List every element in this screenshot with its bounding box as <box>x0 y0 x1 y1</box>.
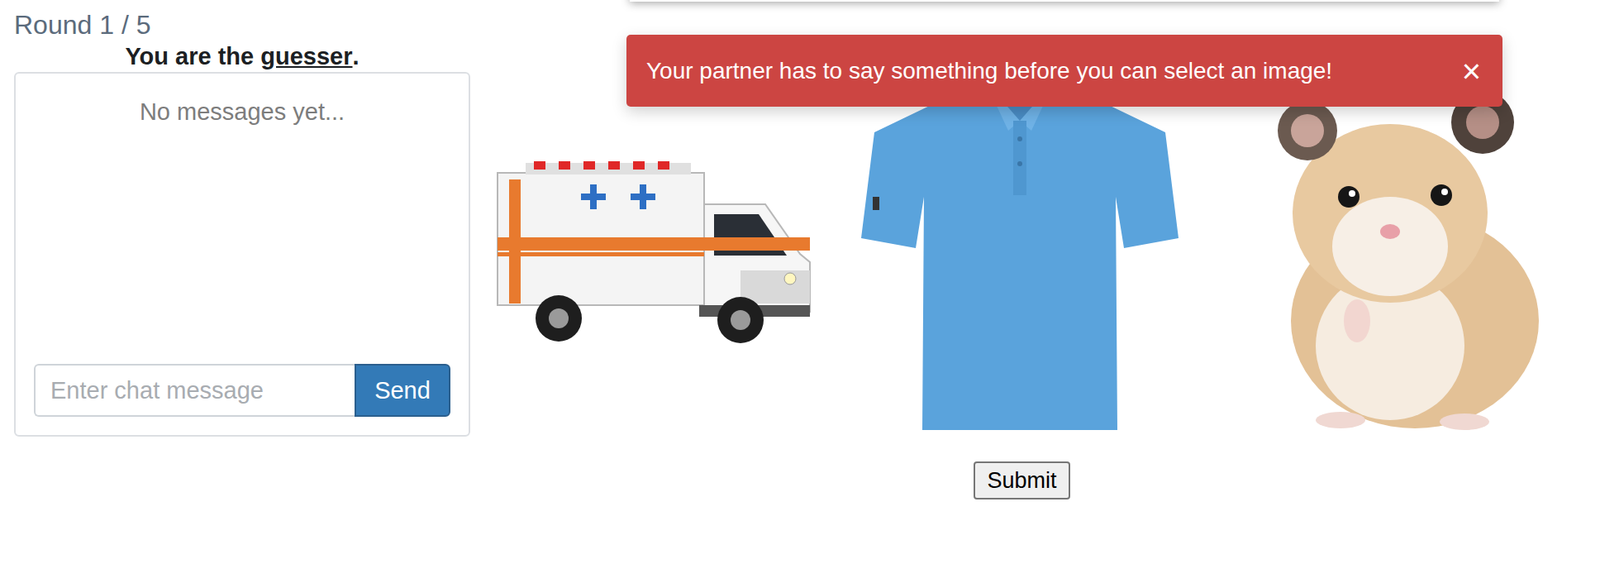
polo-shirt-picture <box>861 72 1179 433</box>
image-option[interactable] <box>861 72 1179 433</box>
image-row <box>492 71 1552 434</box>
submit-button[interactable]: Submit <box>973 461 1070 500</box>
chat-column: You are the guesser. No messages yet... Se… <box>14 41 471 437</box>
main-area: You are the guesser. No messages yet... Se… <box>14 41 1586 500</box>
image-column: Submit <box>470 71 1586 500</box>
role-heading: You are the guesser. <box>14 41 471 72</box>
alert-text: Your partner has to say something before… <box>646 57 1333 85</box>
chat-form: Send <box>33 363 451 417</box>
chat-input[interactable] <box>33 363 355 417</box>
image-option[interactable] <box>1224 72 1552 433</box>
alert-close-button[interactable]: × <box>1458 54 1485 88</box>
previous-toast <box>629 0 1500 2</box>
send-button[interactable]: Send <box>354 363 451 417</box>
role-name: guesser <box>260 42 353 71</box>
game-page: Round 1 / 5You are the guesser.No messag… <box>0 0 1600 564</box>
gallery: Submit <box>492 71 1552 500</box>
ambulance-picture <box>492 154 815 351</box>
image-option[interactable] <box>492 154 815 351</box>
empty-messages: No messages yet... <box>139 93 345 126</box>
error-alert: Your partner has to say something before… <box>626 34 1503 107</box>
hamster-picture <box>1224 72 1552 433</box>
message-list: No messages yet... <box>33 93 451 364</box>
chat-panel: No messages yet... Send <box>14 71 471 437</box>
